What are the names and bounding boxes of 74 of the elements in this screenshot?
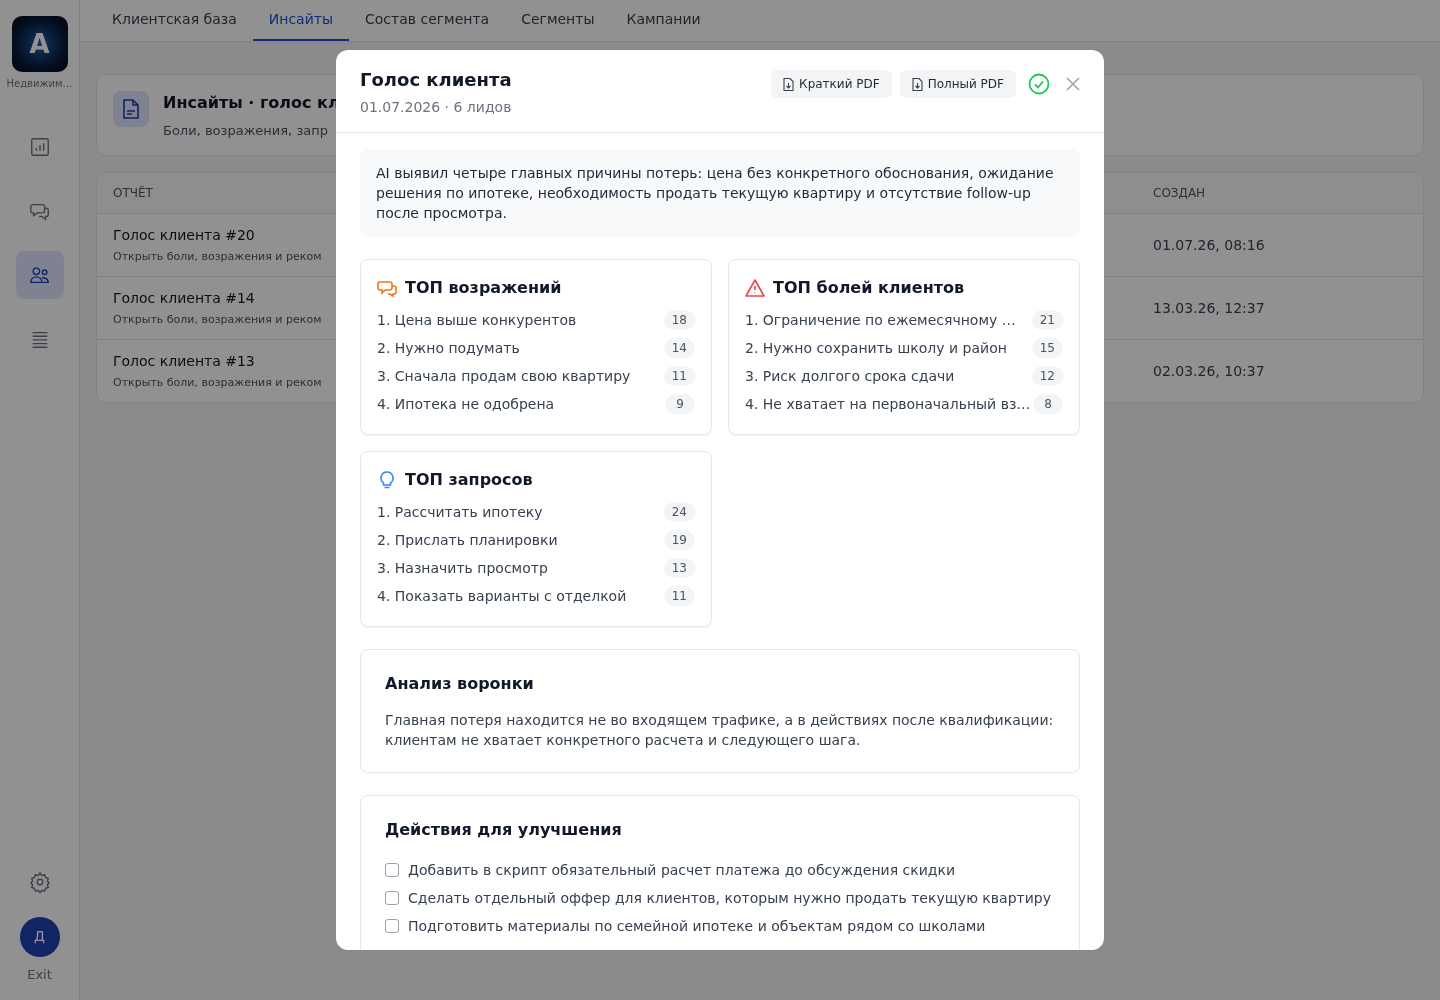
workspace-name: Недвижим… <box>6 77 73 91</box>
summary-text: AI выявил четыре главных причины потерь: цена без конкретного обоснования, ожидание решения по ипотеке, необходимость продать текущую квартиру и отсутствие follow-up после просмотра. <box>360 149 1080 237</box>
close-button[interactable] <box>1066 77 1080 91</box>
warning-icon <box>745 278 765 298</box>
created-date: 13.03.26, 12:37 <box>1153 298 1266 318</box>
settings-icon[interactable] <box>28 870 51 893</box>
action-item: Сделать отдельный оффер для клиентов, которым нужно продать текущую квартиру <box>408 888 1051 908</box>
nav-button[interactable] <box>15 251 64 299</box>
insight-item: 1. Цена выше конкурентов <box>377 310 577 330</box>
insight-item: 4. Показать варианты с отделкой <box>377 586 627 606</box>
created-date: 01.07.26, 08:16 <box>1153 235 1266 255</box>
chart-icon <box>28 136 51 158</box>
column-header: ОТЧЁТ <box>113 186 153 200</box>
report-link[interactable]: Открыть боли, возражения и реком <box>113 374 322 392</box>
checkbox[interactable] <box>385 919 399 933</box>
modal-title: Голос клиента <box>360 68 513 92</box>
count-badge: 24 <box>663 502 695 522</box>
report-title: Голос клиента #13 <box>113 351 255 371</box>
insight-item: 4. Ипотека не одобрена <box>377 394 555 414</box>
count-badge: 9 <box>665 394 695 414</box>
insight-item: 1. Рассчитать ипотеку <box>377 502 543 522</box>
report-title: Голос клиента #14 <box>113 288 255 308</box>
insight-item: 3. Назначить просмотр <box>377 558 548 578</box>
count-badge: 11 <box>663 366 695 386</box>
insight-item: 2. Нужно сохранить школу и район <box>745 338 1007 358</box>
report-title: Голос клиента #20 <box>113 225 255 245</box>
action-item: Подготовить материалы по семейной ипотеке и объектам рядом со школами <box>408 916 986 936</box>
checkbox[interactable] <box>385 891 399 905</box>
count-badge: 8 <box>1033 394 1063 414</box>
nav-tab[interactable]: Состав сегмента <box>348 0 506 41</box>
count-badge: 18 <box>663 310 695 330</box>
count-badge: 11 <box>663 586 695 606</box>
count-badge: 14 <box>663 338 695 358</box>
insight-item: 1. Ограничение по ежемесячному … <box>745 310 1016 330</box>
nav-tab[interactable]: Кампании <box>610 0 717 41</box>
users-icon <box>28 264 51 286</box>
section-title: Действия для улучшения <box>385 819 623 841</box>
insight-item: 4. Не хватает на первоначальный вз… <box>745 394 1031 414</box>
exit-link[interactable]: Exit <box>27 964 52 984</box>
nav-tab[interactable]: Сегменты <box>505 0 611 41</box>
insight-item: 3. Сначала продам свою квартиру <box>377 366 631 386</box>
check-circle-icon[interactable] <box>1028 73 1050 95</box>
file-download-icon <box>783 77 795 91</box>
pdf-button[interactable]: Полный PDF <box>899 70 1016 98</box>
section-title: Анализ воронки <box>385 673 535 695</box>
count-badge: 12 <box>1031 366 1063 386</box>
funnel-text: Главная потеря находится не во входящем трафике, а в действиях после квалификации: клиентам не хватает конкретного расчета и следующего шага. <box>385 711 1055 750</box>
modal-subtitle: 01.07.2026 · 6 лидов <box>360 98 513 117</box>
chat-icon <box>377 278 397 298</box>
column-header: СОЗДАН <box>1153 186 1206 200</box>
report-link[interactable]: Открыть боли, возражения и реком <box>113 248 322 266</box>
section-title: ТОП болей клиентов <box>773 277 965 299</box>
count-badge: 13 <box>663 558 695 578</box>
count-badge: 21 <box>1031 310 1063 330</box>
section-title: ТОП запросов <box>405 469 533 491</box>
app-logo: A <box>11 16 68 72</box>
count-badge: 19 <box>663 530 695 550</box>
insight-item: 2. Прислать планировки <box>377 530 558 550</box>
insight-item: 3. Риск долгого срока сдачи <box>745 366 955 386</box>
insight-item: 2. Нужно подумать <box>377 338 520 358</box>
created-date: 02.03.26, 10:37 <box>1153 361 1266 381</box>
action-item: Добавить в скрипт обязательный расчет платежа до обсуждения скидки <box>408 860 956 880</box>
nav-tab[interactable]: Инсайты <box>252 0 349 41</box>
count-badge: 15 <box>1031 338 1063 358</box>
document-icon <box>113 91 149 127</box>
nav-tab[interactable]: Клиентская база <box>96 0 253 41</box>
lightbulb-icon <box>377 470 397 490</box>
pdf-button[interactable]: Краткий PDF <box>771 70 892 98</box>
page-subtitle: Боли, возражения, запр <box>163 122 328 140</box>
report-link[interactable]: Открыть боли, возражения и реком <box>113 311 322 329</box>
checkbox[interactable] <box>385 863 399 877</box>
file-download-icon <box>911 77 923 91</box>
user-avatar[interactable]: Д <box>19 916 60 957</box>
section-title: ТОП возражений <box>405 277 562 299</box>
